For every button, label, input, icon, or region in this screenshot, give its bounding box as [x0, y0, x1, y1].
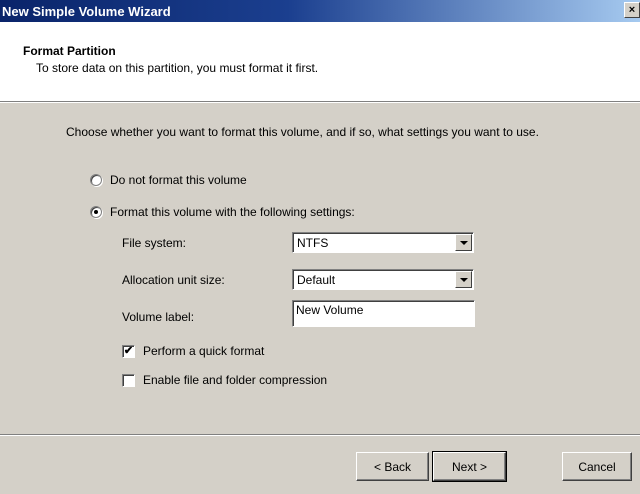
- chevron-down-icon[interactable]: [455, 271, 472, 288]
- quick-format-option[interactable]: ✔ Perform a quick format: [122, 344, 264, 358]
- radio-do-not-format[interactable]: Do not format this volume: [90, 173, 247, 187]
- close-icon: ×: [628, 3, 636, 16]
- title-bar: New Simple Volume Wizard ×: [0, 0, 640, 22]
- quick-format-checkbox[interactable]: ✔: [122, 344, 135, 358]
- instructions-text: Choose whether you want to format this v…: [66, 125, 539, 139]
- next-button[interactable]: Next >: [432, 451, 507, 482]
- radio-button-selected[interactable]: [90, 206, 102, 218]
- compression-checkbox[interactable]: [122, 373, 135, 387]
- radio-button-unselected[interactable]: [90, 174, 102, 186]
- wizard-header: Format Partition To store data on this p…: [0, 22, 640, 103]
- file-system-label: File system:: [122, 236, 187, 250]
- radio-format-volume[interactable]: Format this volume with the following se…: [90, 205, 355, 219]
- quick-format-label: Perform a quick format: [143, 344, 265, 358]
- compression-label: Enable file and folder compression: [143, 373, 328, 387]
- volume-label-label: Volume label:: [122, 310, 195, 324]
- compression-option[interactable]: Enable file and folder compression: [122, 373, 327, 387]
- allocation-unit-dropdown[interactable]: Default: [292, 269, 474, 290]
- cancel-button[interactable]: Cancel: [562, 452, 632, 481]
- radio-dot-icon: [94, 210, 98, 214]
- radio-label-format-volume: Format this volume with the following se…: [110, 205, 355, 219]
- chevron-down-icon[interactable]: [455, 234, 472, 251]
- file-system-value: NTFS: [297, 236, 329, 250]
- radio-label-do-not-format: Do not format this volume: [110, 173, 247, 187]
- allocation-unit-value: Default: [297, 273, 336, 287]
- close-button[interactable]: ×: [624, 2, 640, 18]
- footer-divider: [0, 434, 640, 436]
- page-title: Format Partition: [23, 44, 116, 58]
- file-system-dropdown[interactable]: NTFS: [292, 232, 474, 253]
- back-button[interactable]: < Back: [356, 452, 429, 481]
- window-title: New Simple Volume Wizard: [2, 3, 171, 19]
- volume-label-input[interactable]: New Volume: [292, 300, 475, 327]
- page-subtitle: To store data on this partition, you mus…: [36, 61, 319, 75]
- checkmark-icon: ✔: [123, 344, 134, 357]
- allocation-unit-label: Allocation unit size:: [122, 273, 225, 287]
